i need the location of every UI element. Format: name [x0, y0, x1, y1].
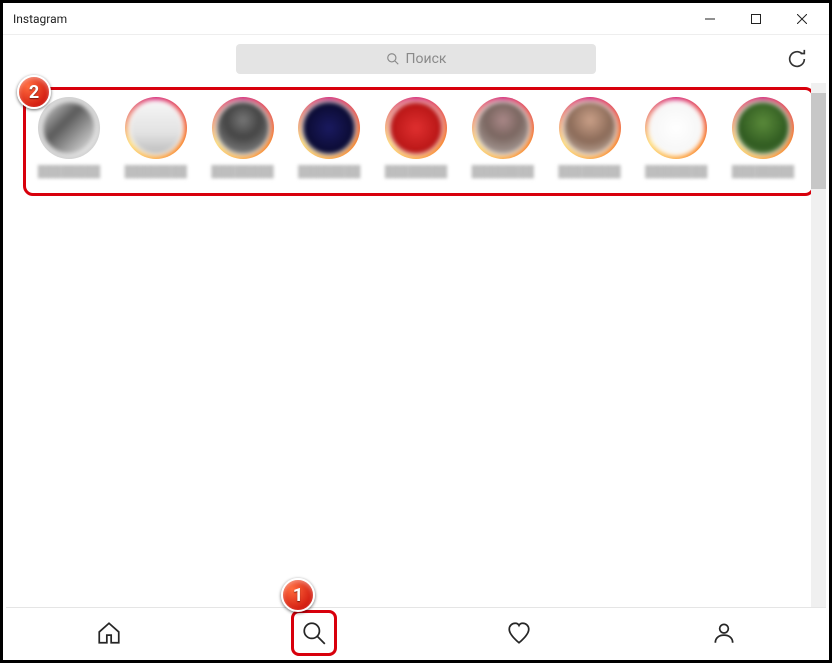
story-ring — [645, 97, 707, 159]
maximize-icon — [751, 14, 761, 24]
story-username: ████████ — [732, 165, 794, 178]
avatar — [128, 100, 184, 156]
avatar — [475, 100, 531, 156]
story-username: ████████ — [211, 165, 273, 178]
close-button[interactable] — [779, 4, 825, 34]
refresh-icon — [786, 48, 808, 70]
nav-profile[interactable] — [704, 613, 744, 653]
story-username: ████████ — [472, 165, 534, 178]
story-username: ████████ — [385, 165, 447, 178]
story-item[interactable]: ████████ — [120, 97, 192, 178]
scrollbar-thumb[interactable] — [811, 93, 826, 189]
stories-row[interactable]: ████████ ████████ ████████ ████████ ████████… — [13, 91, 819, 188]
avatar — [562, 100, 618, 156]
heart-icon — [506, 620, 532, 646]
story-username: ████████ — [125, 165, 187, 178]
stories-section: ████████ ████████ ████████ ████████ ████████… — [13, 91, 819, 188]
story-ring — [298, 97, 360, 159]
search-nav-icon — [301, 620, 327, 646]
story-item[interactable]: ████████ — [207, 97, 279, 178]
home-icon — [96, 620, 122, 646]
close-icon — [797, 14, 807, 24]
maximize-button[interactable] — [733, 4, 779, 34]
search-input[interactable]: Поиск — [236, 44, 596, 74]
story-ring — [125, 97, 187, 159]
story-ring — [385, 97, 447, 159]
story-ring — [559, 97, 621, 159]
story-ring — [732, 97, 794, 159]
story-item[interactable]: ████████ — [293, 97, 365, 178]
avatar — [41, 100, 97, 156]
story-item[interactable]: ████████ — [380, 97, 452, 178]
avatar — [301, 100, 357, 156]
profile-icon — [711, 620, 737, 646]
window-controls — [687, 4, 825, 34]
titlebar: Instagram — [3, 3, 829, 35]
annotation-badge-2: 2 — [17, 75, 51, 109]
story-item[interactable]: ████████ — [640, 97, 712, 178]
story-item[interactable]: ████████ — [33, 97, 105, 178]
nav-search[interactable] — [294, 613, 334, 653]
avatar — [735, 100, 791, 156]
refresh-button[interactable] — [783, 45, 811, 73]
avatar — [388, 100, 444, 156]
story-ring — [212, 97, 274, 159]
story-item[interactable]: ████████ — [727, 97, 799, 178]
minimize-icon — [705, 14, 715, 24]
nav-activity[interactable] — [499, 613, 539, 653]
story-item[interactable]: ████████ — [467, 97, 539, 178]
topbar: Поиск — [3, 35, 829, 83]
story-ring — [472, 97, 534, 159]
search-placeholder: Поиск — [406, 51, 447, 67]
story-username: ████████ — [38, 165, 100, 178]
story-item[interactable]: ████████ — [554, 97, 626, 178]
annotation-badge-1: 1 — [281, 578, 315, 612]
window-title: Instagram — [13, 12, 687, 26]
story-username: ████████ — [558, 165, 620, 178]
story-ring — [38, 97, 100, 159]
avatar — [648, 100, 704, 156]
minimize-button[interactable] — [687, 4, 733, 34]
story-username: ████████ — [645, 165, 707, 178]
bottom-nav — [6, 607, 826, 657]
search-icon — [386, 52, 400, 66]
avatar — [215, 100, 271, 156]
nav-home[interactable] — [89, 613, 129, 653]
story-username: ████████ — [298, 165, 360, 178]
